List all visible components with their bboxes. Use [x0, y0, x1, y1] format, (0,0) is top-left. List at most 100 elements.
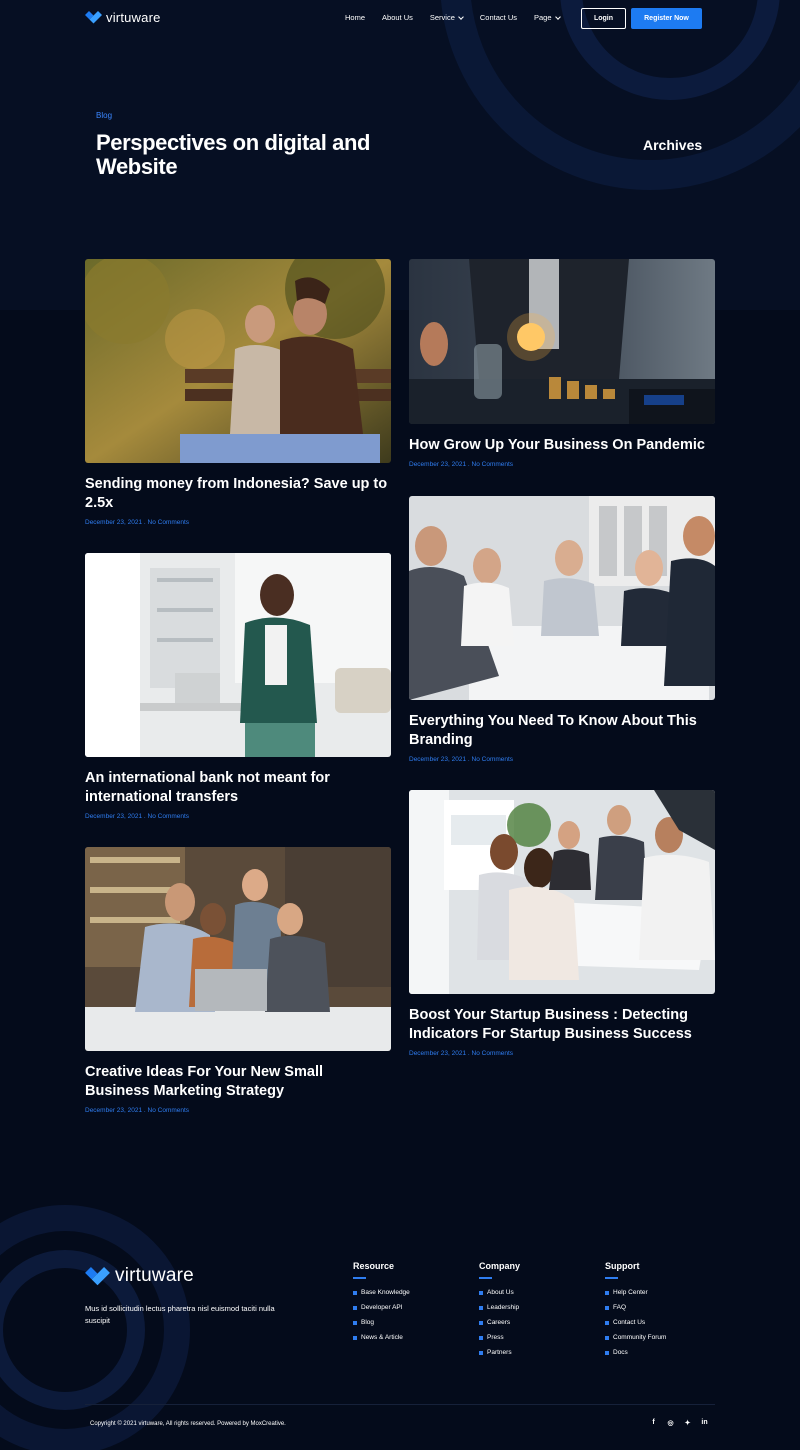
- hero-eyebrow[interactable]: Blog: [96, 111, 112, 120]
- footer-link[interactable]: Leadership: [479, 1304, 520, 1311]
- team-meeting-photo[interactable]: [409, 496, 715, 700]
- footer-link[interactable]: Press: [479, 1334, 520, 1341]
- bullet-icon: [353, 1320, 357, 1325]
- facebook-icon[interactable]: f: [650, 1419, 657, 1427]
- bullet-icon: [605, 1290, 609, 1295]
- post-meta: December 23, 2021 . No Comments: [409, 461, 715, 468]
- footer-link[interactable]: Help Center: [605, 1289, 666, 1296]
- bullet-icon: [479, 1350, 483, 1355]
- footer-column-heading: Support: [605, 1261, 640, 1271]
- footer-column-company: Company About Us Leadership Careers Pres…: [479, 1261, 520, 1364]
- nav-contact-label: Contact Us: [479, 13, 517, 22]
- post-comments[interactable]: No Comments: [148, 1107, 190, 1114]
- top-navbar: virtuware Home About Us Service Contact …: [0, 0, 800, 37]
- bullet-icon: [605, 1305, 609, 1310]
- footer-logo[interactable]: virtuware: [85, 1265, 194, 1287]
- login-button[interactable]: Login: [581, 8, 626, 29]
- post-title[interactable]: How Grow Up Your Business On Pandemic: [409, 436, 715, 455]
- brand-logo[interactable]: virtuware: [85, 10, 161, 25]
- brand-name: virtuware: [106, 10, 161, 25]
- nav-service[interactable]: Service: [430, 13, 464, 22]
- footer-column-support: Support Help Center FAQ Contact Us Commu…: [605, 1261, 666, 1364]
- bullet-icon: [605, 1335, 609, 1340]
- lightbulb-coins-photo[interactable]: [409, 259, 715, 424]
- footer-link-label: FAQ: [613, 1304, 627, 1311]
- post-meta: December 23, 2021 . No Comments: [85, 813, 391, 820]
- post-date[interactable]: December 23, 2021: [85, 813, 142, 820]
- footer-link[interactable]: Developer API: [353, 1304, 410, 1311]
- footer-divider: [85, 1404, 715, 1405]
- footer-link[interactable]: Partners: [479, 1349, 520, 1356]
- post-comments[interactable]: No Comments: [472, 1050, 514, 1057]
- page-title: Perspectives on digital and Website: [96, 130, 371, 179]
- post-meta: December 23, 2021 . No Comments: [85, 1107, 391, 1114]
- post-comments[interactable]: No Comments: [148, 519, 190, 526]
- nav-about-label: About Us: [382, 13, 413, 22]
- post-title[interactable]: An international bank not meant for inte…: [85, 769, 391, 807]
- footer-column-heading: Resource: [353, 1261, 395, 1271]
- chevron-down-icon: [554, 13, 561, 20]
- post-date[interactable]: December 23, 2021: [85, 1107, 142, 1114]
- register-button[interactable]: Register Now: [631, 8, 702, 29]
- bullet-icon: [353, 1335, 357, 1340]
- nav-about[interactable]: About Us: [382, 13, 413, 22]
- footer-link[interactable]: Docs: [605, 1349, 666, 1356]
- footer-link[interactable]: About Us: [479, 1289, 520, 1296]
- post-title[interactable]: Everything You Need To Know About This B…: [409, 712, 715, 750]
- bullet-icon: [353, 1290, 357, 1295]
- post-comments[interactable]: No Comments: [148, 813, 190, 820]
- blog-post-card[interactable]: Creative Ideas For Your New Small Busine…: [85, 847, 391, 1114]
- footer-link[interactable]: Contact Us: [605, 1319, 666, 1326]
- footer-link-label: Contact Us: [613, 1319, 646, 1326]
- blog-post-card[interactable]: How Grow Up Your Business On Pandemic De…: [409, 259, 715, 468]
- nav-contact[interactable]: Contact Us: [480, 13, 517, 22]
- post-date[interactable]: December 23, 2021: [409, 461, 466, 468]
- footer-link-label: Base Knowledge: [361, 1289, 410, 1296]
- nav-home-label: Home: [345, 13, 366, 22]
- heading-underline: [353, 1277, 366, 1279]
- post-comments[interactable]: No Comments: [472, 756, 514, 763]
- couple-on-bench-photo[interactable]: [85, 259, 391, 463]
- office-meeting-photo[interactable]: [409, 790, 715, 994]
- footer-link-label: About Us: [487, 1289, 514, 1296]
- blog-post-card[interactable]: Boost Your Startup Business : Detecting …: [409, 790, 715, 1057]
- post-date[interactable]: December 23, 2021: [85, 519, 142, 526]
- site-footer: virtuware Mus id sollicitudin lectus pha…: [0, 1185, 800, 1450]
- logo-mark-icon: [85, 11, 102, 24]
- social-links: f ◎ ✦ in: [650, 1419, 708, 1427]
- nav-home[interactable]: Home: [345, 13, 365, 22]
- man-with-phone-photo[interactable]: [85, 553, 391, 757]
- footer-link[interactable]: Base Knowledge: [353, 1289, 410, 1296]
- nav-links: Home About Us Service Contact Us Page: [345, 13, 577, 22]
- footer-link[interactable]: News & Article: [353, 1334, 410, 1341]
- archives-heading: Archives: [643, 137, 703, 153]
- blog-post-card[interactable]: An international bank not meant for inte…: [85, 553, 391, 820]
- bullet-icon: [605, 1320, 609, 1325]
- footer-link[interactable]: FAQ: [605, 1304, 666, 1311]
- footer-tagline: Mus id sollicitudin lectus pharetra nisl…: [85, 1304, 275, 1325]
- post-date[interactable]: December 23, 2021: [409, 1050, 466, 1057]
- footer-link[interactable]: Blog: [353, 1319, 410, 1326]
- nav-page[interactable]: Page: [534, 13, 561, 22]
- bullet-icon: [353, 1305, 357, 1310]
- post-comments[interactable]: No Comments: [472, 461, 514, 468]
- post-meta: December 23, 2021 . No Comments: [409, 1050, 715, 1057]
- team-laptop-photo[interactable]: [85, 847, 391, 1051]
- post-title[interactable]: Boost Your Startup Business : Detecting …: [409, 1006, 715, 1044]
- footer-link-label: News & Article: [361, 1334, 403, 1341]
- blog-post-card[interactable]: Sending money from Indonesia? Save up to…: [85, 259, 391, 526]
- footer-link-label: Docs: [613, 1349, 628, 1356]
- post-date[interactable]: December 23, 2021: [409, 756, 466, 763]
- post-title[interactable]: Sending money from Indonesia? Save up to…: [85, 475, 391, 513]
- instagram-icon[interactable]: ◎: [667, 1419, 674, 1427]
- linkedin-icon[interactable]: in: [701, 1419, 708, 1427]
- post-title[interactable]: Creative Ideas For Your New Small Busine…: [85, 1063, 391, 1101]
- heading-underline: [479, 1277, 492, 1279]
- footer-link[interactable]: Community Forum: [605, 1334, 666, 1341]
- footer-column-heading: Company: [479, 1261, 521, 1271]
- post-meta: December 23, 2021 . No Comments: [409, 756, 715, 763]
- post-meta: December 23, 2021 . No Comments: [85, 519, 391, 526]
- blog-post-card[interactable]: Everything You Need To Know About This B…: [409, 496, 715, 763]
- footer-link[interactable]: Careers: [479, 1319, 520, 1326]
- twitter-icon[interactable]: ✦: [684, 1419, 691, 1427]
